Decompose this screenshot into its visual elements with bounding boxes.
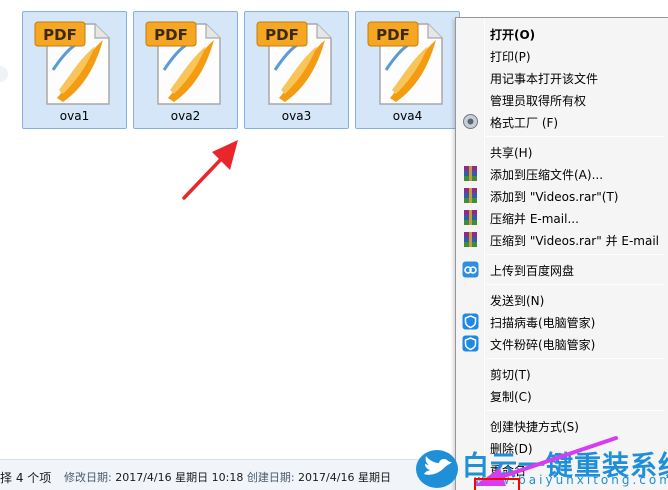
- menu-item-add-to-videos-rar[interactable]: 添加到 "Videos.rar"(T): [458, 184, 666, 206]
- menu-item-label: 管理员取得所有权: [490, 94, 587, 108]
- context-menu: 打开(O) 打印(P) 用记事本打开该文件 管理员取得所有权 格式工厂 (F) …: [455, 17, 668, 490]
- menu-item-label: 用记事本打开该文件: [490, 72, 599, 86]
- file-name: ova4: [392, 109, 423, 123]
- winrar-icon: [464, 166, 477, 181]
- menu-item-add-to-archive[interactable]: 添加到压缩文件(A)...: [458, 162, 666, 184]
- menu-item-print[interactable]: 打印(P): [458, 44, 666, 66]
- file-name: ova3: [281, 109, 312, 123]
- menu-item-cut[interactable]: 剪切(T): [458, 362, 666, 384]
- pdf-file-icon: PDF: [256, 21, 332, 105]
- menu-item-label: 剪切(T): [490, 368, 531, 382]
- file-date-details: 修改日期: 2017/4/16 星期日 10:18 创建日期: 2017/4/1…: [64, 469, 391, 485]
- menu-item-format-factory[interactable]: 格式工厂 (F): [458, 110, 666, 132]
- baidu-netdisk-icon: [462, 261, 479, 278]
- modified-label: 修改日期:: [64, 471, 112, 484]
- menu-separator: [486, 284, 664, 285]
- menu-item-file-shredder[interactable]: 文件粉碎(电脑管家): [458, 332, 666, 354]
- menu-separator: [486, 254, 664, 255]
- menu-item-label: 复制(C): [490, 390, 532, 404]
- menu-item-compress-to-videos-rar-and-email[interactable]: 压缩到 "Videos.rar" 并 E-mail: [458, 228, 666, 250]
- menu-item-scan-virus[interactable]: 扫描病毒(电脑管家): [458, 310, 666, 332]
- tencent-pc-manager-icon: [462, 313, 479, 330]
- menu-item-take-ownership[interactable]: 管理员取得所有权: [458, 88, 666, 110]
- menu-item-share[interactable]: 共享(H): [458, 140, 666, 162]
- menu-item-copy[interactable]: 复制(C): [458, 384, 666, 406]
- svg-text:PDF: PDF: [154, 26, 188, 44]
- created-label: 创建日期:: [246, 471, 295, 484]
- file-name: ova2: [170, 109, 201, 123]
- menu-item-label: 打开(O): [490, 28, 536, 42]
- menu-separator: [486, 410, 664, 411]
- menu-item-label: 扫描病毒(电脑管家): [490, 316, 596, 330]
- red-arrow-annotation: [182, 140, 238, 200]
- modified-value: 2017/4/16 星期日 10:18: [115, 471, 244, 484]
- menu-item-label: 压缩并 E-mail...: [490, 212, 579, 226]
- file-item-ova3[interactable]: PDF ova3: [244, 11, 349, 129]
- winrar-icon: [464, 188, 477, 203]
- menu-item-label: 添加到 "Videos.rar"(T): [490, 190, 619, 204]
- file-name: ova1: [59, 109, 90, 123]
- menu-item-compress-and-email[interactable]: 压缩并 E-mail...: [458, 206, 666, 228]
- created-value: 2017/4/16 星期日: [298, 471, 391, 484]
- winrar-icon: [464, 210, 477, 225]
- menu-item-label: 压缩到 "Videos.rar" 并 E-mail: [490, 234, 660, 248]
- format-factory-icon: [463, 114, 478, 129]
- menu-item-open[interactable]: 打开(O): [458, 22, 666, 44]
- pdf-file-icon: PDF: [34, 21, 110, 105]
- pdf-file-icon: PDF: [367, 21, 443, 105]
- rename-highlight-box: [474, 478, 520, 490]
- file-item-ova4[interactable]: PDF ova4: [355, 11, 460, 129]
- menu-item-label: 格式工厂 (F): [490, 116, 559, 130]
- menu-item-label: 文件粉碎(电脑管家): [490, 338, 596, 352]
- menu-item-label: 共享(H): [490, 146, 533, 160]
- menu-separator: [486, 358, 664, 359]
- tencent-pc-manager-icon: [462, 335, 479, 352]
- menu-separator: [486, 136, 664, 137]
- svg-text:PDF: PDF: [376, 26, 410, 44]
- pdf-file-icon: PDF: [145, 21, 221, 105]
- menu-item-label: 发送到(N): [490, 294, 545, 308]
- winrar-icon: [464, 232, 477, 247]
- status-bar: 择 4 个项 修改日期: 2017/4/16 星期日 10:18 创建日期: 2…: [0, 459, 456, 490]
- menu-item-send-to[interactable]: 发送到(N): [458, 288, 666, 310]
- file-item-ova2[interactable]: PDF ova2: [133, 11, 238, 129]
- menu-item-label: 添加到压缩文件(A)...: [490, 168, 604, 182]
- svg-text:PDF: PDF: [43, 26, 77, 44]
- menu-item-label: 上传到百度网盘: [490, 264, 575, 278]
- menu-item-upload-baidu-netdisk[interactable]: 上传到百度网盘: [458, 258, 666, 280]
- window-edge: [0, 66, 8, 82]
- selection-count: 择 4 个项: [0, 471, 52, 485]
- file-item-ova1[interactable]: PDF ova1: [22, 11, 127, 129]
- menu-item-open-with-notepad[interactable]: 用记事本打开该文件: [458, 66, 666, 88]
- svg-text:PDF: PDF: [265, 26, 299, 44]
- menu-item-label: 打印(P): [490, 50, 531, 64]
